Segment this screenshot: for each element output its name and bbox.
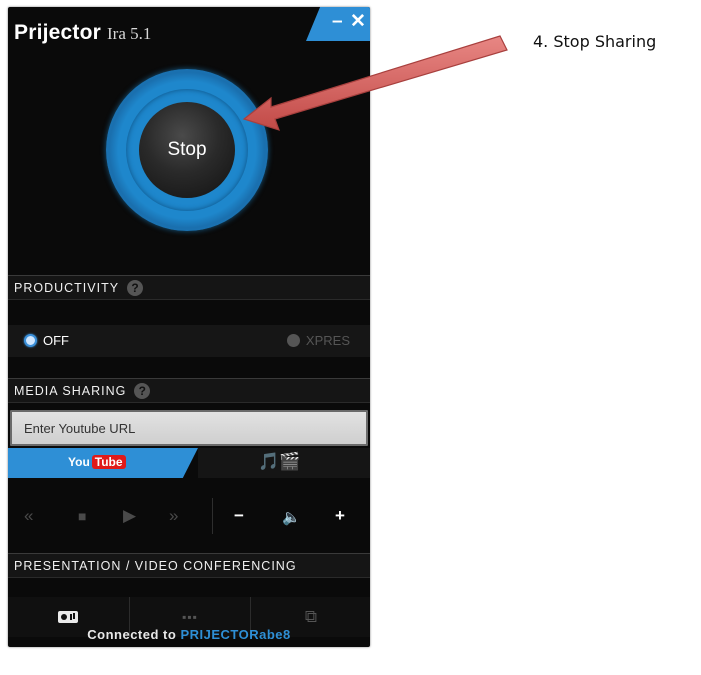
app-brand: Prijector [14, 21, 101, 44]
presentation-icon [58, 611, 78, 623]
minimize-icon[interactable]: – [332, 12, 343, 32]
media-sharing-header: MEDIA SHARING? [8, 378, 370, 403]
status-device-name: PRIJECTORabe8 [180, 627, 291, 642]
radio-unselected-icon [286, 334, 300, 347]
youtube-logo-you: You [68, 455, 90, 469]
app-version: Ira 5.1 [107, 24, 152, 43]
stop-sharing-button[interactable]: Stop [139, 102, 235, 198]
connection-status: Connected to PRIJECTORabe8 [8, 627, 370, 647]
productivity-header: PRODUCTIVITY? [8, 275, 370, 300]
status-prefix: Connected to [87, 627, 177, 642]
app-title: Prijector Ira 5.1 [14, 21, 151, 45]
rewind-icon[interactable]: « [24, 506, 33, 526]
productivity-help-icon[interactable]: ? [127, 279, 144, 296]
stop-button-ring: Stop [106, 69, 268, 231]
youtube-url-input[interactable] [10, 410, 368, 446]
volume-down-icon[interactable]: − [234, 506, 244, 526]
share-screen-icon: ⧉ [304, 607, 318, 626]
callout-label: 4. Stop Sharing [533, 32, 657, 51]
divider [212, 498, 213, 534]
radio-off[interactable]: OFF [24, 333, 69, 348]
youtube-logo-tube: Tube [91, 455, 126, 469]
stop-icon[interactable]: ■ [78, 508, 86, 524]
presentation-header: PRESENTATION / VIDEO CONFERENCING [8, 553, 370, 578]
presentation-title: PRESENTATION / VIDEO CONFERENCING [14, 559, 297, 573]
fast-forward-icon[interactable]: » [169, 506, 178, 526]
radio-xpres[interactable]: XPRES [286, 333, 350, 348]
grid-icon: ▪▪▪ [182, 610, 198, 624]
playback-controls: « ■ ▶ » − 🔈 + [8, 498, 370, 538]
media-icon: 🎵🎬 [258, 452, 301, 471]
tab-local-media[interactable]: 🎵🎬 [198, 448, 370, 478]
youtube-logo: You Tube [68, 455, 126, 469]
radio-xpres-label: XPRES [305, 333, 350, 348]
prijector-window: Prijector Ira 5.1 – ✕ Stop PRODUCTIVITY? … [8, 7, 370, 647]
volume-up-icon[interactable]: + [335, 506, 345, 526]
productivity-options: OFF XPRES [8, 325, 370, 357]
play-icon[interactable]: ▶ [123, 506, 136, 526]
tab-youtube[interactable]: You Tube [8, 448, 198, 478]
media-sharing-help-icon[interactable]: ? [134, 382, 151, 399]
close-icon[interactable]: ✕ [350, 12, 366, 32]
volume-icon[interactable]: 🔈 [282, 508, 301, 526]
radio-off-label: OFF [43, 333, 69, 348]
window-controls: – ✕ [306, 7, 370, 41]
radio-selected-icon [24, 334, 37, 347]
media-sharing-title: MEDIA SHARING [14, 384, 127, 398]
productivity-title: PRODUCTIVITY [14, 281, 120, 295]
